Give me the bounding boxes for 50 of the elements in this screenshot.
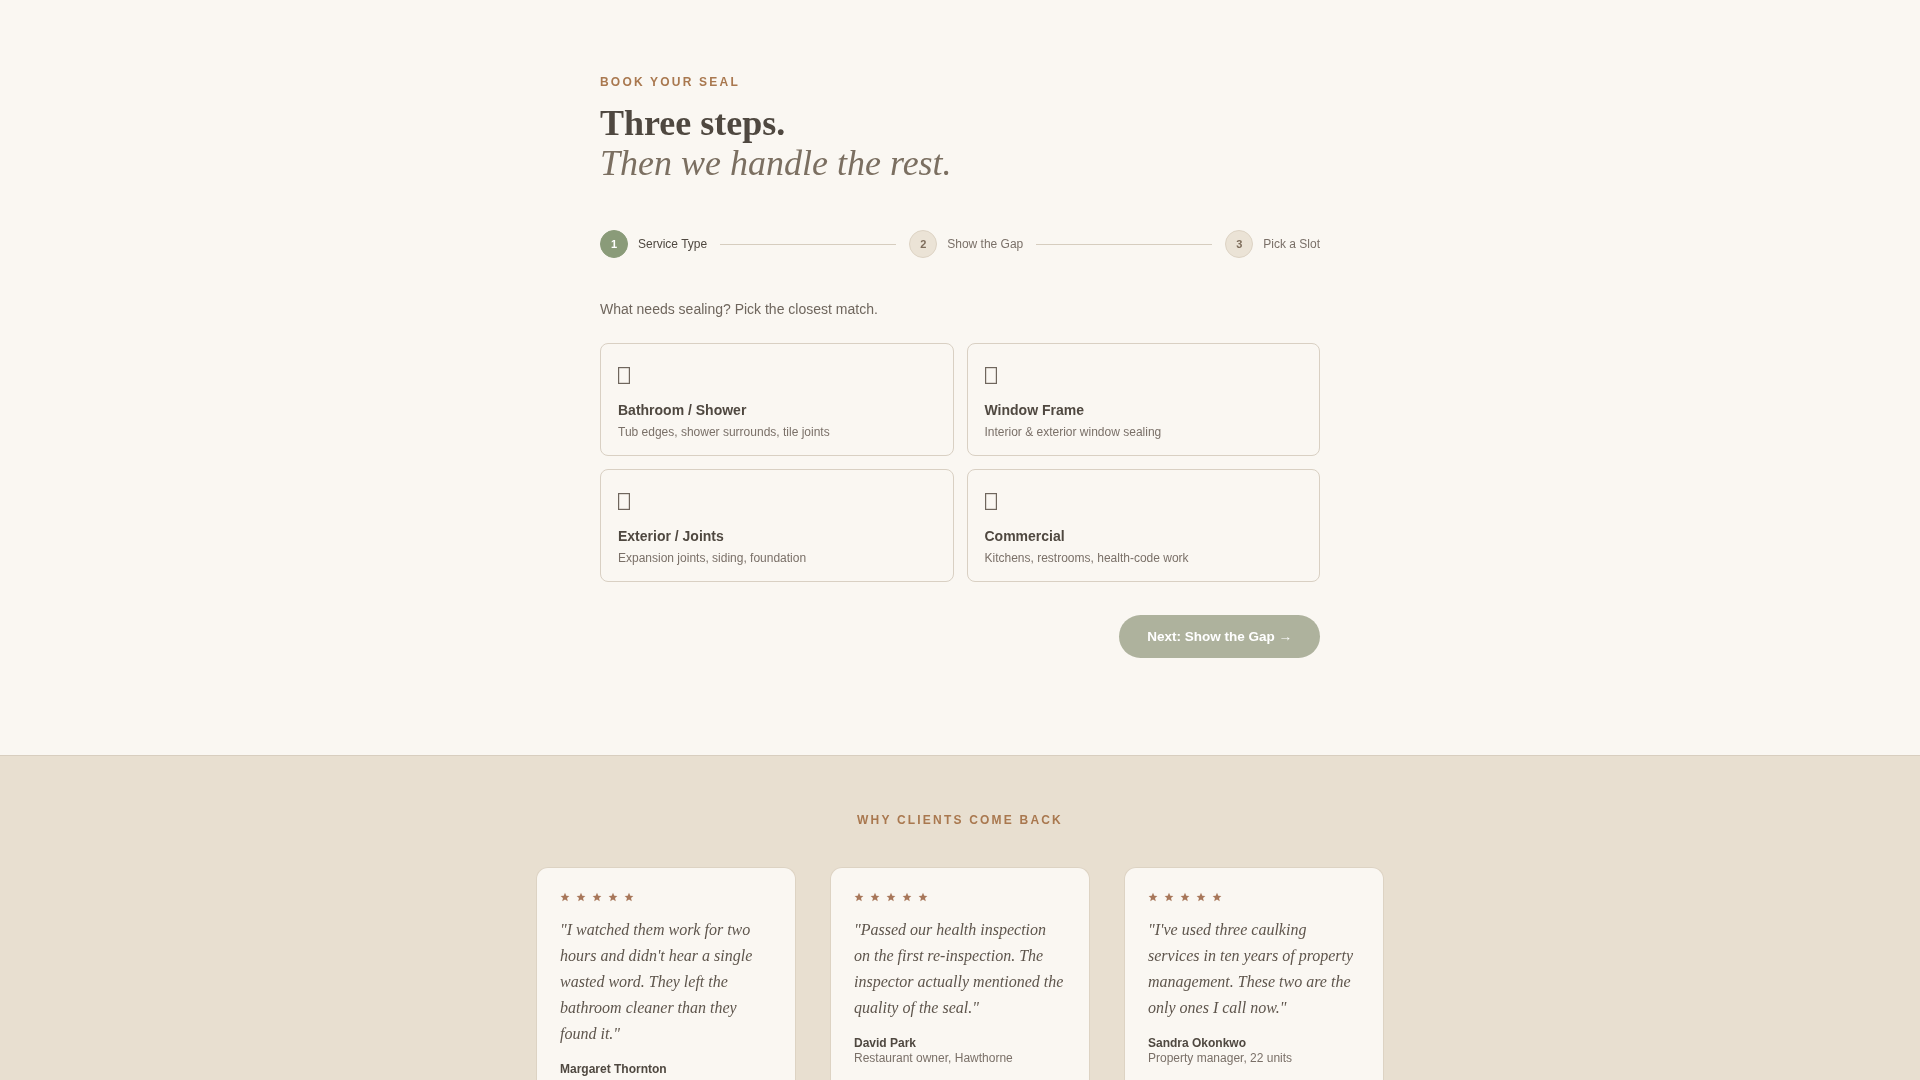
star-icon [1196, 892, 1206, 902]
service-description: Interior & exterior window sealing [984, 424, 1162, 440]
reviewer-name: Margaret Thornton [560, 1062, 667, 1077]
step-label: Service Type [638, 236, 708, 252]
step-number: 1 [600, 230, 628, 258]
star-icon [918, 892, 928, 902]
star-icon [1148, 892, 1158, 902]
service-option-card[interactable]: Window Frame Interior & exterior window sealing [966, 343, 1320, 456]
testimonial-quote: "I watched them work for two hours and didn't hear a single wasted word. They left the bathroom cleaner than they found it." [560, 920, 754, 1045]
step-number: 3 [1225, 230, 1254, 258]
testimonial-quote: "Passed our health inspection on the first re-inspection. The inspector actually mentioned the quality of the seal." [854, 920, 1065, 1019]
service-title: Bathroom / Shower [618, 401, 747, 419]
page-title: Three steps. [600, 103, 786, 143]
star-icon [560, 892, 570, 902]
missing-glyph-icon [984, 367, 997, 384]
missing-glyph-icon [618, 367, 630, 384]
reviewer-role: Property manager, 22 units [1148, 1051, 1293, 1066]
star-icon [592, 892, 602, 902]
star-icon [870, 892, 880, 902]
service-option-card[interactable]: Exterior / Joints Expansion joints, siding, foundation [600, 469, 954, 582]
service-title: Commercial [984, 527, 1065, 545]
star-icon [1212, 892, 1222, 902]
star-icon [886, 892, 896, 902]
service-option-card[interactable]: Commercial Kitchens, restrooms, health-code work [966, 469, 1320, 582]
star-icon [608, 892, 618, 902]
service-option-card[interactable]: Bathroom / Shower Tub edges, shower surrounds, tile joints [600, 343, 954, 456]
section-heading: WHY CLIENTS COME BACK [857, 812, 1063, 828]
service-description: Tub edges, shower surrounds, tile joints [618, 424, 830, 440]
star-icon [854, 892, 864, 902]
service-description: Expansion joints, siding, foundation [618, 550, 807, 566]
service-title: Window Frame [984, 401, 1084, 419]
step-label: Pick a Slot [1263, 236, 1320, 252]
reviewer-name: David Park [854, 1036, 917, 1051]
service-description: Kitchens, restrooms, health-code work [984, 550, 1189, 566]
section-eyebrow: BOOK YOUR SEAL [600, 74, 740, 90]
page-subtitle: Then we handle the rest. [600, 143, 952, 183]
star-icon [902, 892, 912, 902]
star-icon [624, 892, 634, 902]
reviewer-role: Restaurant owner, Hawthorne [854, 1051, 1013, 1066]
service-title: Exterior / Joints [618, 527, 724, 545]
step-number: 2 [909, 230, 938, 258]
step-label: Show the Gap [947, 236, 1024, 252]
testimonial-quote: "I've used three caulking services in ten years of property management. These two are the only ones I call now." [1148, 920, 1355, 1019]
star-icon [576, 892, 586, 902]
star-icon [1180, 892, 1190, 902]
missing-glyph-icon [618, 493, 630, 510]
missing-glyph-icon [984, 493, 997, 510]
star-icon [1164, 892, 1174, 902]
reviewer-name: Sandra Okonkwo [1148, 1036, 1247, 1051]
prompt-text: What needs sealing? Pick the closest match. [600, 300, 878, 319]
